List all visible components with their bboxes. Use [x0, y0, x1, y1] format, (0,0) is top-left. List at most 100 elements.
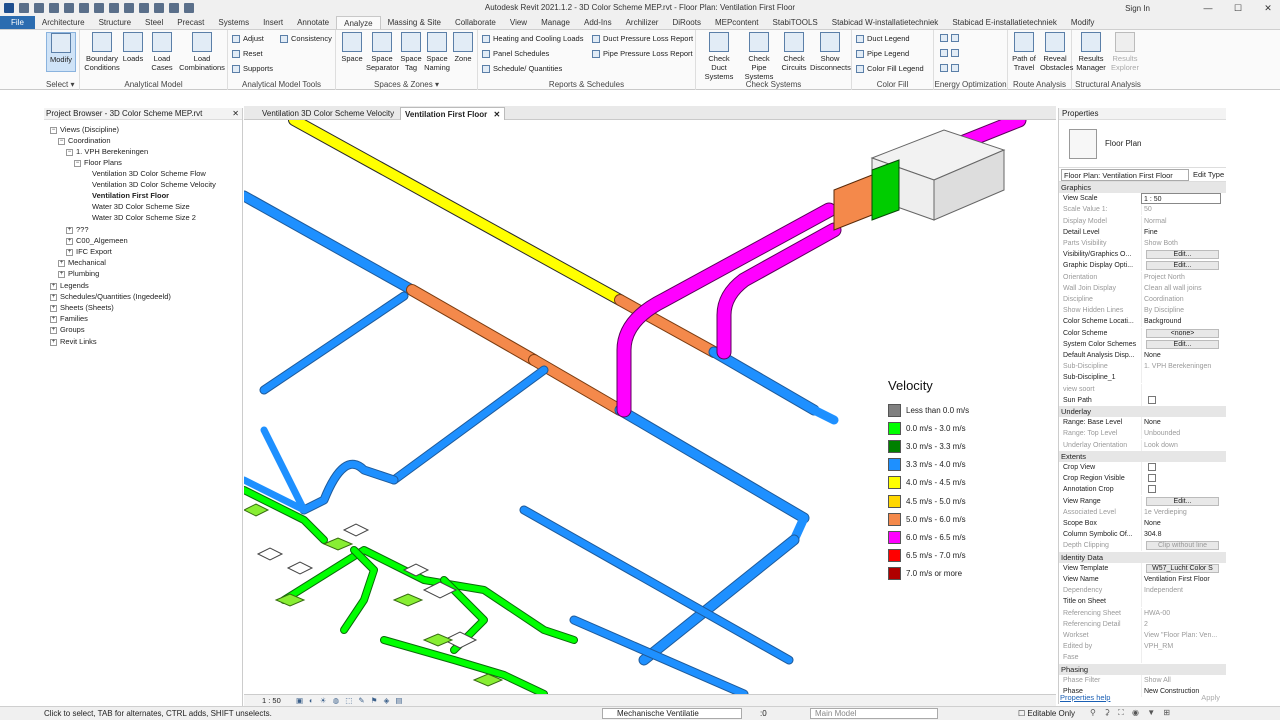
property-value[interactable] — [1141, 462, 1221, 473]
property-checkbox[interactable] — [1148, 485, 1156, 494]
show-disconnects-button[interactable]: Show Disconnects — [810, 32, 851, 72]
tree-item[interactable]: Ventilation 3D Color Scheme Flow — [82, 169, 206, 178]
property-edit-button[interactable]: Edit... — [1146, 250, 1219, 260]
property-value[interactable]: Clip without line — [1141, 540, 1221, 552]
property-value[interactable]: Look down — [1141, 439, 1221, 451]
property-value[interactable]: Fine — [1141, 226, 1221, 238]
expand-icon[interactable]: + — [50, 304, 57, 312]
property-value[interactable]: VPH_RM — [1141, 641, 1221, 653]
check-pipe-systems-button[interactable]: Check Pipe Systems — [740, 32, 778, 81]
collapse-icon[interactable]: − — [66, 148, 73, 156]
expand-icon[interactable]: + — [50, 315, 57, 323]
expand-icon[interactable]: + — [50, 326, 57, 334]
tree-item[interactable]: − Coordination — [58, 136, 111, 145]
boundary-conditions-button[interactable]: Boundary Conditions — [82, 32, 122, 72]
tab-view[interactable]: View — [503, 16, 534, 29]
heating-cooling-button[interactable]: Heating and Cooling Loads — [482, 34, 583, 43]
editable-only-toggle[interactable]: ☐ Editable Only — [1018, 709, 1075, 718]
property-value[interactable]: None — [1141, 518, 1221, 529]
tab-ventilation-3d-velocity[interactable]: Ventilation 3D Color Scheme Velocity — [258, 107, 398, 120]
sign-in-link[interactable]: Sign In — [1125, 4, 1150, 13]
tab-structure[interactable]: Structure — [92, 16, 138, 29]
tree-item[interactable]: Ventilation First Floor — [82, 191, 169, 200]
tab-stabicad-w-installatietechniek[interactable]: Stabicad W-installatietechniek — [825, 16, 946, 29]
space-naming-button[interactable]: Space Naming — [424, 32, 450, 72]
expand-icon[interactable]: + — [58, 270, 65, 278]
expand-icon[interactable]: + — [66, 248, 73, 256]
collapse-icon[interactable]: − — [74, 159, 81, 167]
select-group-title[interactable]: Select ▾ — [0, 80, 79, 89]
results-explorer-button[interactable]: Results Explorer — [1108, 32, 1142, 72]
reveal-obstacles-button[interactable]: Reveal Obstacles — [1040, 32, 1073, 72]
design-option-dropdown[interactable]: Main Model — [810, 708, 938, 719]
instance-selector[interactable]: Floor Plan: Ventilation First Floor — [1061, 169, 1189, 181]
tab-precast[interactable]: Precast — [170, 16, 211, 29]
property-value[interactable]: None — [1141, 417, 1221, 429]
tree-item[interactable]: + Revit Links — [50, 337, 97, 346]
tree-item[interactable]: − Views (Discipline) — [50, 125, 119, 134]
property-group-header[interactable]: Underlay — [1059, 406, 1226, 417]
property-value[interactable]: Unbounded — [1141, 428, 1221, 440]
close-icon[interactable]: ✕ — [1256, 0, 1280, 16]
property-group-header[interactable]: Identity Data — [1059, 551, 1226, 563]
tab-systems[interactable]: Systems — [211, 16, 256, 29]
tab-stabitools[interactable]: StabiTOOLS — [766, 16, 825, 29]
property-value[interactable]: 2 — [1141, 618, 1221, 630]
expand-icon[interactable]: + — [50, 293, 57, 301]
loads-button[interactable]: Loads — [122, 32, 144, 63]
adjust-button[interactable]: Adjust — [232, 34, 264, 43]
property-value[interactable]: Normal — [1141, 215, 1221, 227]
tree-item[interactable]: Water 3D Color Scheme Size — [82, 202, 190, 211]
property-value[interactable]: 1 : 50 — [1141, 193, 1221, 205]
tab-steel[interactable]: Steel — [138, 16, 170, 29]
tree-item[interactable]: Ventilation 3D Color Scheme Velocity — [82, 180, 216, 189]
tree-item[interactable]: + Families — [50, 314, 88, 323]
schedule-quantities-button[interactable]: Schedule/ Quantities — [482, 64, 562, 73]
property-value[interactable] — [1141, 383, 1221, 395]
property-value[interactable]: Clean all wall joins — [1141, 282, 1221, 294]
property-value[interactable]: HWA-00 — [1141, 607, 1221, 619]
load-combinations-button[interactable]: Load Combinations — [178, 32, 226, 72]
tab-analyze[interactable]: Analyze — [336, 16, 381, 29]
zone-button[interactable]: Zone — [452, 32, 474, 63]
property-value[interactable] — [1141, 473, 1221, 485]
minimize-icon[interactable]: — — [1196, 0, 1220, 16]
modify-button[interactable]: Modify — [46, 32, 76, 72]
property-value[interactable] — [1141, 652, 1221, 664]
tree-item[interactable]: + C00_Algemeen — [66, 236, 128, 245]
property-value[interactable] — [1141, 484, 1221, 496]
energy-optimize-button[interactable] — [940, 64, 959, 72]
tree-item[interactable]: + Schedules/Quantities (Ingedeeld) — [50, 292, 171, 301]
drawing-canvas[interactable]: Velocity Less than 0.0 m/s 0.0 m/s - 3.0 … — [244, 120, 1056, 694]
property-group-header[interactable]: Phasing — [1059, 663, 1226, 675]
expand-icon[interactable]: + — [58, 259, 65, 267]
space-button[interactable]: Space — [340, 32, 364, 63]
property-value[interactable] — [1141, 394, 1221, 406]
property-value[interactable]: Show All — [1141, 674, 1221, 686]
expand-icon[interactable]: + — [50, 282, 57, 290]
property-value[interactable]: View "Floor Plan: Ven... — [1141, 630, 1221, 641]
load-cases-button[interactable]: Load Cases — [150, 32, 174, 72]
property-value[interactable]: Coordination — [1141, 294, 1221, 305]
energy-settings-button[interactable] — [940, 34, 959, 42]
expand-icon[interactable]: + — [66, 237, 73, 245]
tree-item[interactable]: + Groups — [50, 325, 85, 334]
apply-button[interactable]: Apply — [1201, 693, 1220, 702]
tree-item[interactable]: + Mechanical — [58, 258, 106, 267]
property-edit-button[interactable]: Clip without line — [1146, 541, 1219, 551]
close-tab-icon[interactable]: ✕ — [493, 110, 500, 119]
expand-icon[interactable]: + — [50, 338, 57, 346]
property-value[interactable]: Background — [1141, 316, 1221, 328]
tree-item[interactable]: +??? — [66, 225, 89, 234]
reset-button[interactable]: Reset — [232, 49, 263, 58]
close-icon[interactable]: ✕ — [232, 108, 242, 119]
property-group-header[interactable]: Extents — [1059, 450, 1226, 462]
collapse-icon[interactable]: − — [50, 126, 57, 134]
tree-item[interactable]: + Legends — [50, 281, 89, 290]
type-selector[interactable]: Floor Plan — [1059, 120, 1226, 168]
pipe-legend-button[interactable]: Pipe Legend — [856, 49, 909, 58]
duct-pressure-report-button[interactable]: Duct Pressure Loss Report — [592, 34, 693, 43]
property-edit-button[interactable]: Edit... — [1146, 496, 1219, 506]
tree-item[interactable]: + Sheets (Sheets) — [50, 303, 114, 312]
property-value[interactable]: 1. VPH Berekeningen — [1141, 361, 1221, 373]
